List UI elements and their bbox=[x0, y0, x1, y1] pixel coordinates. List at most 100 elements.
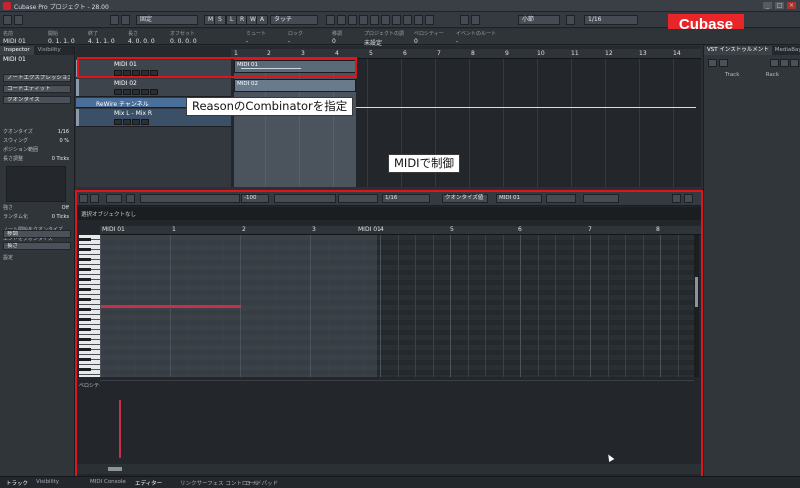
solo-button[interactable] bbox=[123, 119, 131, 125]
tab-vst-instruments[interactable]: VST インストゥルメント bbox=[704, 46, 772, 55]
move-down-icon[interactable] bbox=[780, 59, 789, 67]
ruler-tick: 7 bbox=[437, 50, 441, 57]
quantize-preset-select[interactable]: 1/16 bbox=[584, 15, 638, 25]
section-settings[interactable]: 設定 bbox=[3, 254, 71, 262]
autoscroll-icon[interactable] bbox=[460, 15, 469, 25]
param-strength[interactable]: 強さ Off bbox=[3, 204, 71, 212]
tab-midi-console[interactable]: MIDI Console bbox=[90, 479, 126, 485]
read-button[interactable] bbox=[132, 119, 140, 125]
track-name[interactable]: MIDI 02 bbox=[114, 80, 137, 87]
search-icon[interactable] bbox=[719, 59, 728, 67]
object-select-tool-icon[interactable] bbox=[326, 15, 335, 25]
section-chord-edit[interactable]: コードエディット bbox=[3, 85, 71, 93]
snap-icon[interactable] bbox=[471, 15, 480, 25]
quantize-strength-display[interactable] bbox=[6, 166, 66, 202]
inspector-tabs: Inspector Visibility bbox=[0, 46, 74, 55]
track-name[interactable]: Mix L - Mix R bbox=[114, 110, 152, 117]
param-randomize[interactable]: ランダム化 0 Ticks bbox=[3, 213, 71, 221]
undo-icon[interactable] bbox=[110, 15, 119, 25]
midi-part-02[interactable]: MIDI 02 bbox=[234, 79, 356, 92]
mute-button[interactable] bbox=[114, 119, 122, 125]
automation-button[interactable]: A bbox=[256, 15, 269, 25]
info-mute: ミュート - bbox=[246, 31, 267, 45]
automation-line bbox=[356, 107, 696, 108]
snap-to-grid-icon[interactable] bbox=[566, 15, 575, 25]
close-button[interactable]: × bbox=[787, 2, 796, 9]
zoom-tool-icon[interactable] bbox=[381, 15, 390, 25]
section-transpose[interactable]: 移調 bbox=[3, 230, 71, 238]
move-up-icon[interactable] bbox=[770, 59, 779, 67]
section-quantize[interactable]: クオンタイズ bbox=[3, 96, 71, 104]
track-buttons bbox=[114, 89, 158, 95]
window-title: Cubase Pro プロジェクト - 28.00 bbox=[14, 4, 109, 11]
info-lock: ロック - bbox=[288, 31, 304, 45]
param-length-adjust[interactable]: 長さ調整 0 Ticks bbox=[3, 155, 71, 163]
tab-track[interactable]: トラック bbox=[6, 479, 28, 487]
event-display[interactable]: MIDI 01 MIDI 02 bbox=[231, 59, 701, 187]
write-button[interactable] bbox=[141, 119, 149, 125]
ruler-tick: 10 bbox=[537, 50, 545, 57]
track-midi-02[interactable]: MIDI 02 bbox=[76, 79, 231, 97]
draw-tool-icon[interactable] bbox=[403, 15, 412, 25]
instrument-columns: Track Rack bbox=[707, 72, 797, 80]
ruler-tick: 14 bbox=[673, 50, 681, 57]
settings-icon[interactable] bbox=[790, 59, 799, 67]
read-button[interactable] bbox=[132, 89, 140, 95]
tab-visibility[interactable]: Visibility bbox=[34, 46, 65, 55]
activate-project-icon[interactable] bbox=[3, 15, 12, 25]
ruler-tick: 8 bbox=[471, 50, 475, 57]
right-panel-tabs: VST インストゥルメント MediaBay bbox=[704, 46, 800, 55]
solo-button[interactable] bbox=[123, 89, 131, 95]
solo-mode-button[interactable]: S bbox=[214, 15, 226, 25]
window-controls: _ □ × bbox=[763, 2, 796, 9]
erase-tool-icon[interactable] bbox=[370, 15, 379, 25]
cubase-logo-icon bbox=[3, 2, 11, 10]
redo-icon[interactable] bbox=[121, 15, 130, 25]
bottom-tab-bar: トラック Visibility MIDI Console エディター リンクサー… bbox=[0, 476, 800, 488]
info-transpose: 移調 0 bbox=[332, 31, 343, 45]
add-instrument-icon[interactable] bbox=[708, 59, 717, 67]
mute-tool-icon[interactable] bbox=[392, 15, 401, 25]
glue-tool-icon[interactable] bbox=[359, 15, 368, 25]
folder-name[interactable]: ReWire チャンネル bbox=[96, 99, 149, 108]
annotation-midi01-highlight bbox=[77, 57, 357, 78]
info-offset: オフセット 0. 0. 0. 0 bbox=[170, 31, 197, 45]
tab-inspector[interactable]: Inspector bbox=[0, 46, 34, 55]
split-tool-icon[interactable] bbox=[348, 15, 357, 25]
constrain-delay-icon[interactable] bbox=[14, 15, 23, 25]
param-quantize[interactable]: クオンタイズ 1/16 bbox=[3, 128, 71, 136]
grid-type-select[interactable]: 小節 bbox=[518, 15, 560, 25]
track-color-strip bbox=[76, 109, 79, 126]
tab-visibility-bottom[interactable]: Visibility bbox=[36, 479, 59, 485]
section-length[interactable]: 長さ bbox=[3, 242, 71, 250]
annotation-editor-highlight bbox=[75, 190, 703, 478]
bar-line bbox=[537, 59, 538, 187]
ruler-tick: 11 bbox=[571, 50, 579, 57]
tab-mediabay[interactable]: MediaBay bbox=[772, 46, 800, 55]
info-line: 名前 MIDI 01 開始 0. 1. 1. 0 終了 4. 1. 1. 0 長さ 4.… bbox=[0, 29, 800, 47]
bar-line bbox=[571, 59, 572, 187]
range-tool-icon[interactable] bbox=[337, 15, 346, 25]
param-swing[interactable]: スウィング 0 % bbox=[3, 137, 71, 145]
info-name: 名前 MIDI 01 bbox=[3, 31, 26, 45]
maximize-button[interactable]: □ bbox=[775, 2, 784, 9]
info-project-key: プロジェクトの調 未設定 bbox=[364, 31, 405, 47]
param-position-range[interactable]: ポジション範囲 bbox=[3, 146, 71, 154]
ruler-tick: 2 bbox=[267, 50, 271, 57]
line-tool-icon[interactable] bbox=[414, 15, 423, 25]
tab-chord-pads[interactable]: コードパッド bbox=[245, 479, 278, 487]
edit-button[interactable] bbox=[150, 89, 158, 95]
track-color-strip bbox=[76, 79, 79, 96]
inspector-track-name[interactable]: MIDI 01 bbox=[0, 56, 75, 63]
bar-line bbox=[639, 59, 640, 187]
play-tool-icon[interactable] bbox=[425, 15, 434, 25]
mute-button[interactable] bbox=[114, 89, 122, 95]
write-button[interactable] bbox=[141, 89, 149, 95]
minimize-button[interactable]: _ bbox=[763, 2, 772, 9]
automation-mode-select[interactable]: 固定 bbox=[136, 15, 198, 25]
touch-mode-select[interactable]: タッチ bbox=[270, 15, 318, 25]
section-note-expression[interactable]: ノートエクスプレッション bbox=[3, 74, 71, 82]
track-list: MIDI 01 MIDI 02 ReWire チャンネル Mix L - Mix… bbox=[76, 59, 231, 187]
ruler-tick: 6 bbox=[403, 50, 407, 57]
tab-editor[interactable]: エディター bbox=[135, 479, 162, 487]
